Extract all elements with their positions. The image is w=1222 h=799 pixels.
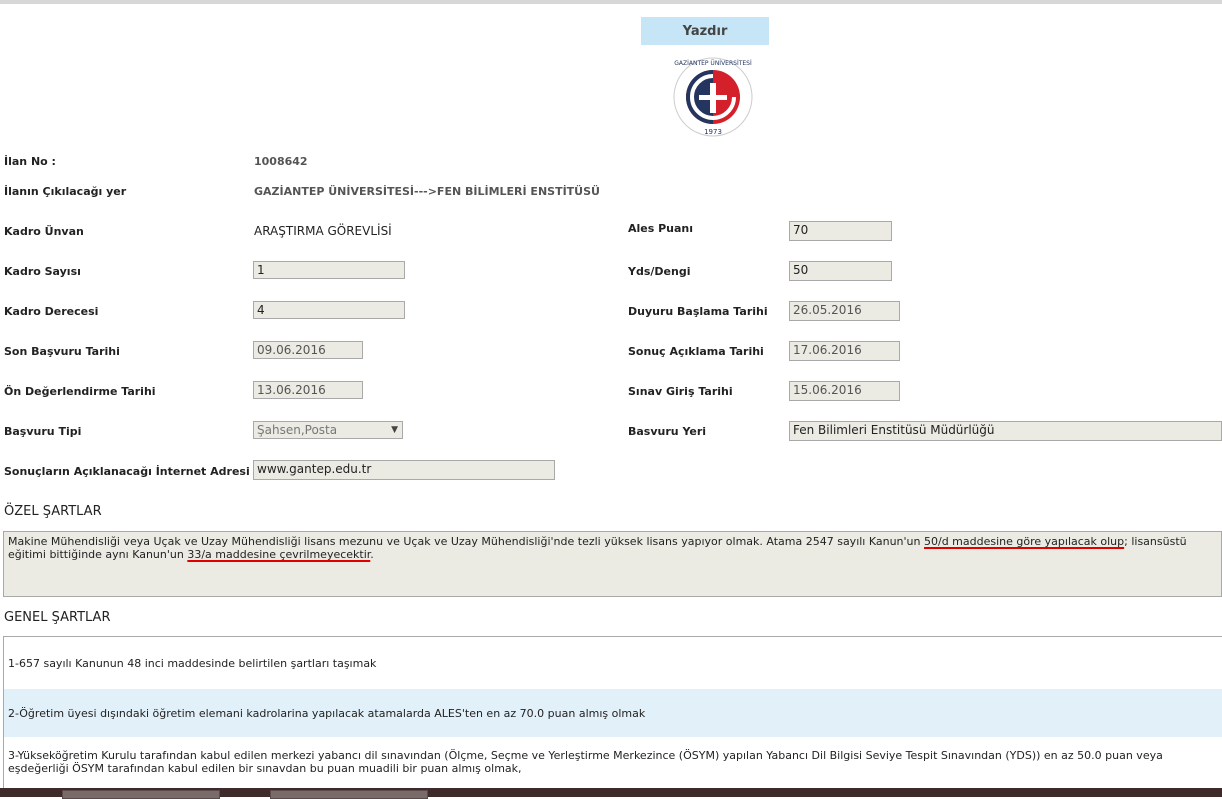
ales-puani-field[interactable]: 70 xyxy=(789,221,892,241)
on-degerlendirme-field[interactable]: 13.06.2016 xyxy=(253,381,363,399)
ozel-text-part-c: . xyxy=(370,548,374,561)
print-button[interactable]: Yazdır xyxy=(641,17,769,45)
list-item: 1-657 sayılı Kanunun 48 inci maddesinde … xyxy=(4,637,1222,689)
genel-sartlar-title: GENEL ŞARTLAR xyxy=(4,610,111,625)
ilan-yer-label: İlanın Çıkılacağı yer xyxy=(4,185,127,198)
basvuru-yeri-label: Basvuru Yeri xyxy=(628,425,707,438)
duyuru-baslama-field[interactable]: 26.05.2016 xyxy=(789,301,900,321)
internet-adresi-label: Sonuçların Açıklanacağı İnternet Adresi xyxy=(4,465,250,478)
taskbar-button[interactable] xyxy=(62,790,220,799)
ozel-sartlar-title: ÖZEL ŞARTLAR xyxy=(4,504,102,519)
kadro-unvan-label: Kadro Ünvan xyxy=(4,225,84,238)
basvuru-tipi-label: Başvuru Tipi xyxy=(4,425,82,438)
sonuc-aciklama-field[interactable]: 17.06.2016 xyxy=(789,341,900,361)
chevron-down-icon: ▼ xyxy=(391,425,398,435)
sinav-giris-field[interactable]: 15.06.2016 xyxy=(789,381,900,401)
sinav-giris-label: Sınav Giriş Tarihi xyxy=(628,385,733,398)
ozel-underlined-50d: 50/d maddesine göre yapılacak olup xyxy=(924,535,1125,548)
son-basvuru-label: Son Başvuru Tarihi xyxy=(4,345,120,358)
list-item: 2-Öğretim üyesi dışındaki öğretim eleman… xyxy=(4,689,1222,737)
genel-sartlar-list: 1-657 sayılı Kanunun 48 inci maddesinde … xyxy=(3,636,1222,797)
svg-text:1973: 1973 xyxy=(704,128,722,136)
kadro-sayisi-field[interactable]: 1 xyxy=(253,261,405,279)
yds-label: Yds/Dengi xyxy=(628,265,691,278)
kadro-derecesi-field[interactable]: 4 xyxy=(253,301,405,319)
yds-field[interactable]: 50 xyxy=(789,261,892,281)
ozel-text-part-a: Makine Mühendisliği veya Uçak ve Uzay Mü… xyxy=(8,535,924,548)
university-logo: 1973 GAZİANTEP ÜNİVERSİTESİ xyxy=(669,56,757,138)
top-border xyxy=(0,0,1222,4)
basvuru-yeri-field[interactable]: Fen Bilimleri Enstitüsü Müdürlüğü xyxy=(789,421,1222,441)
kadro-unvan-value: ARAŞTIRMA GÖREVLİSİ xyxy=(254,224,392,238)
svg-text:GAZİANTEP ÜNİVERSİTESİ: GAZİANTEP ÜNİVERSİTESİ xyxy=(674,60,752,67)
os-taskbar xyxy=(0,788,1222,799)
duyuru-baslama-label: Duyuru Başlama Tarihi xyxy=(628,305,768,318)
son-basvuru-field[interactable]: 09.06.2016 xyxy=(253,341,363,359)
ozel-underlined-33a: 33/a maddesine çevrilmeyecektir xyxy=(187,548,371,561)
ozel-sartlar-textarea[interactable]: Makine Mühendisliği veya Uçak ve Uzay Mü… xyxy=(3,531,1222,597)
ilan-no-value: 1008642 xyxy=(254,155,308,168)
basvuru-tipi-select[interactable]: Şahsen,Posta ▼ xyxy=(253,421,403,439)
sonuc-aciklama-label: Sonuç Açıklama Tarihi xyxy=(628,345,764,358)
taskbar-button[interactable] xyxy=(270,790,428,799)
ales-puani-label: Ales Puanı xyxy=(628,222,694,235)
ilan-yer-value: GAZİANTEP ÜNİVERSİTESİ--->FEN BİLİMLERİ … xyxy=(254,185,600,198)
on-degerlendirme-label: Ön Değerlendirme Tarihi xyxy=(4,385,156,398)
kadro-derecesi-label: Kadro Derecesi xyxy=(4,305,99,318)
internet-adresi-field[interactable]: www.gantep.edu.tr xyxy=(253,460,555,480)
ilan-no-label: İlan No : xyxy=(4,155,56,168)
kadro-sayisi-label: Kadro Sayısı xyxy=(4,265,81,278)
basvuru-tipi-value: Şahsen,Posta xyxy=(257,423,338,437)
